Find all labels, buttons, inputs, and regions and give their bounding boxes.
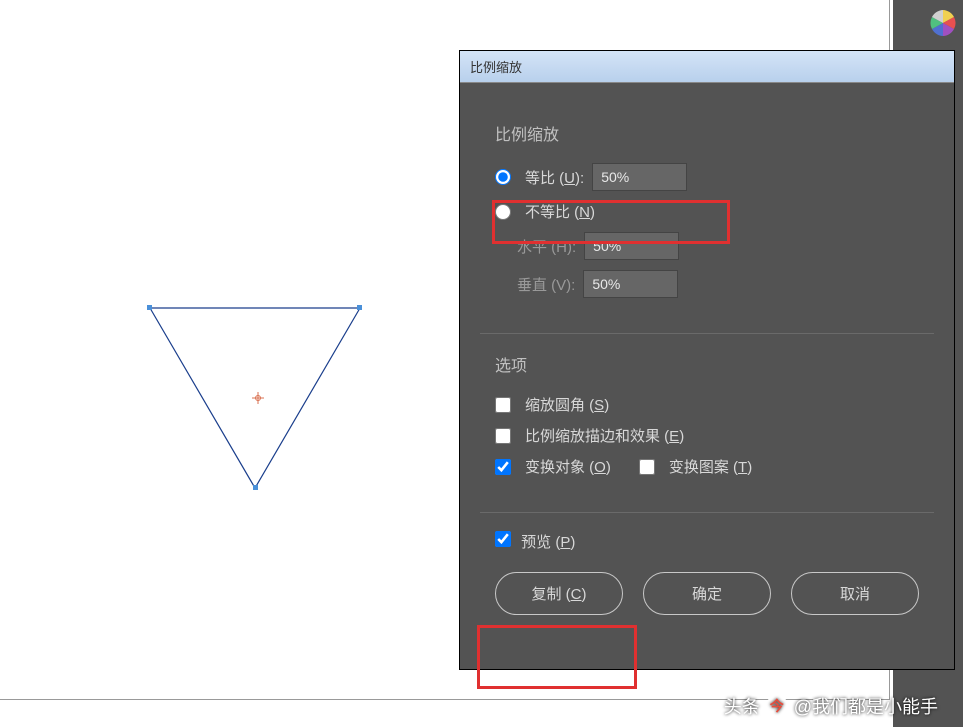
anchor-top-left[interactable] [147, 305, 152, 310]
transform-patterns-row[interactable]: 变换图案 (T) [639, 456, 752, 477]
scale-dialog: 比例缩放 比例缩放 等比 (U): 不等比 (N) 水平 (H): 垂直 (V)… [459, 50, 955, 670]
preview-label: 预览 (P) [521, 534, 575, 551]
options-section: 选项 缩放圆角 (S) 比例缩放描边和效果 (E) 变换对象 (O) 变换图案 … [480, 334, 934, 513]
vertical-row: 垂直 (V): [517, 270, 919, 298]
uniform-input[interactable] [592, 163, 687, 191]
watermark-prefix: 头条 [724, 693, 760, 719]
uniform-radio[interactable] [495, 169, 511, 185]
vertical-label: 垂直 (V): [517, 274, 575, 295]
highlight-uniform [492, 200, 730, 244]
ok-button[interactable]: 确定 [643, 572, 771, 615]
scale-section-title: 比例缩放 [495, 121, 919, 145]
scale-corners-row[interactable]: 缩放圆角 (S) [495, 394, 919, 415]
cancel-button[interactable]: 取消 [791, 572, 919, 615]
transform-patterns-checkbox[interactable] [639, 459, 655, 475]
scale-corners-checkbox[interactable] [495, 397, 511, 413]
options-title: 选项 [495, 352, 919, 376]
uniform-label: 等比 (U): [525, 167, 584, 188]
preview-checkbox[interactable] [495, 531, 511, 547]
color-wheel-icon[interactable] [928, 8, 958, 38]
anchor-top-right[interactable] [357, 305, 362, 310]
transform-objects-row[interactable]: 变换对象 (O) [495, 456, 611, 477]
preview-row[interactable]: 预览 (P) [480, 513, 934, 562]
dialog-title[interactable]: 比例缩放 [460, 51, 954, 83]
transform-objects-checkbox[interactable] [495, 459, 511, 475]
copy-button[interactable]: 复制 (C) [495, 572, 623, 615]
transform-objects-label: 变换对象 (O) [525, 456, 611, 477]
uniform-row[interactable]: 等比 (U): [495, 163, 919, 191]
watermark-text: @我们都是小能手 [794, 693, 938, 719]
anchor-bottom[interactable] [253, 485, 258, 490]
transform-patterns-label: 变换图案 (T) [669, 456, 752, 477]
scale-strokes-label: 比例缩放描边和效果 (E) [525, 425, 684, 446]
vertical-input[interactable] [583, 270, 678, 298]
watermark-icon: 今 [766, 695, 788, 717]
center-reference-icon [252, 392, 264, 404]
watermark: 头条 今 @我们都是小能手 [724, 693, 938, 719]
highlight-copy [477, 625, 637, 689]
scale-strokes-row[interactable]: 比例缩放描边和效果 (E) [495, 425, 919, 446]
scale-corners-label: 缩放圆角 (S) [525, 394, 609, 415]
scale-strokes-checkbox[interactable] [495, 428, 511, 444]
